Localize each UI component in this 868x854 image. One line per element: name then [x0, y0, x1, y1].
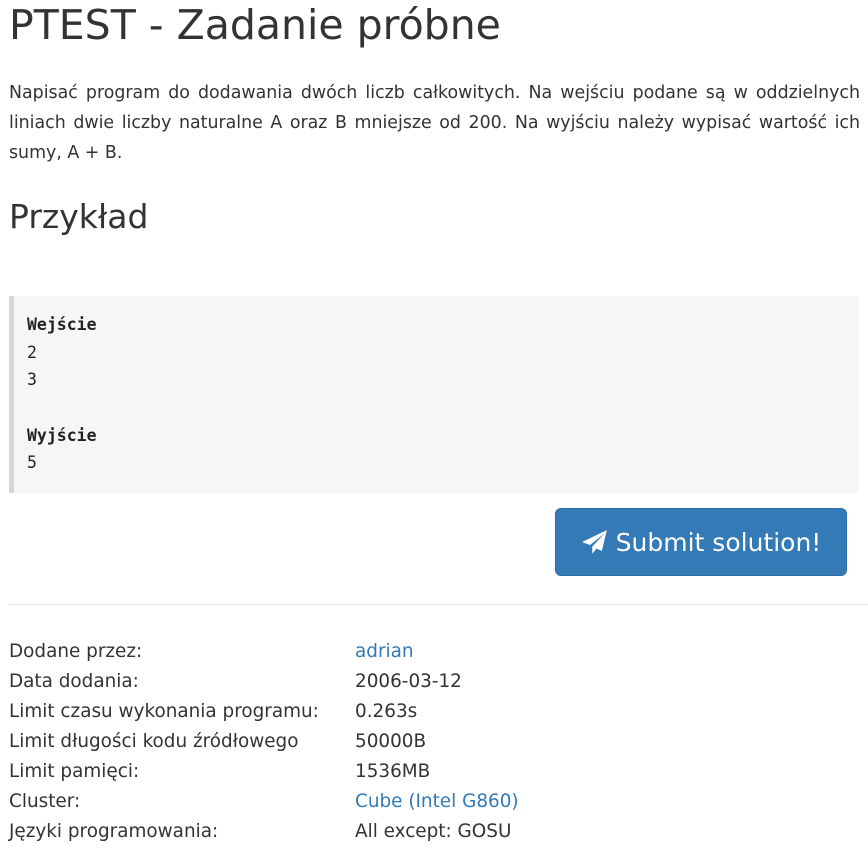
example-input-line: 2 — [27, 342, 37, 362]
submit-solution-button[interactable]: Submit solution! — [555, 508, 847, 576]
page-title: PTEST - Zadanie próbne — [9, 1, 501, 49]
info-row-languages: Języki programowania: All except: GOSU — [9, 817, 519, 847]
info-label: Limit czasu wykonania programu: — [9, 701, 319, 722]
example-heading: Przykład — [9, 197, 149, 236]
submit-solution-label: Submit solution! — [615, 527, 822, 557]
paper-plane-icon — [581, 529, 608, 556]
problem-info-table: Dodane przez: adrian Data dodania: 2006-… — [9, 637, 519, 847]
info-row-memory-limit: Limit pamięci: 1536MB — [9, 757, 519, 787]
problem-description: Napisać program do dodawania dwóch liczb… — [9, 83, 860, 163]
info-row-cluster: Cluster: Cube (Intel G860) — [9, 787, 519, 817]
info-value: 50000B — [355, 731, 427, 752]
example-input-label: Wejście — [27, 315, 97, 334]
info-value: All except: GOSU — [355, 821, 512, 842]
example-input-line: 3 — [27, 370, 37, 390]
example-output-label: Wyjście — [27, 425, 97, 445]
problem-page: PTEST - Zadanie próbne Napisać program d… — [0, 0, 868, 854]
info-row-author: Dodane przez: adrian — [9, 637, 519, 667]
example-output-line: 5 — [27, 453, 37, 473]
info-label: Cluster: — [9, 791, 81, 812]
info-value: 2006-03-12 — [355, 671, 462, 692]
info-row-date-added: Data dodania: 2006-03-12 — [9, 667, 519, 697]
example-spacer — [27, 394, 859, 422]
info-row-source-limit: Limit długości kodu źródłowego 50000B — [9, 727, 519, 757]
info-value: 0.263s — [355, 701, 418, 722]
info-label: Limit długości kodu źródłowego — [9, 731, 299, 752]
divider — [9, 604, 868, 605]
info-label: Limit pamięci: — [9, 761, 140, 782]
info-label: Dodane przez: — [9, 641, 143, 662]
info-label: Języki programowania: — [9, 821, 219, 842]
author-link[interactable]: adrian — [355, 637, 414, 667]
info-row-time-limit: Limit czasu wykonania programu: 0.263s — [9, 697, 519, 727]
cluster-link[interactable]: Cube (Intel G860) — [355, 787, 519, 817]
info-label: Data dodania: — [9, 671, 139, 692]
info-value: 1536MB — [355, 761, 431, 782]
example-box: Wejście 2 3 Wyjście 5 — [9, 296, 859, 493]
